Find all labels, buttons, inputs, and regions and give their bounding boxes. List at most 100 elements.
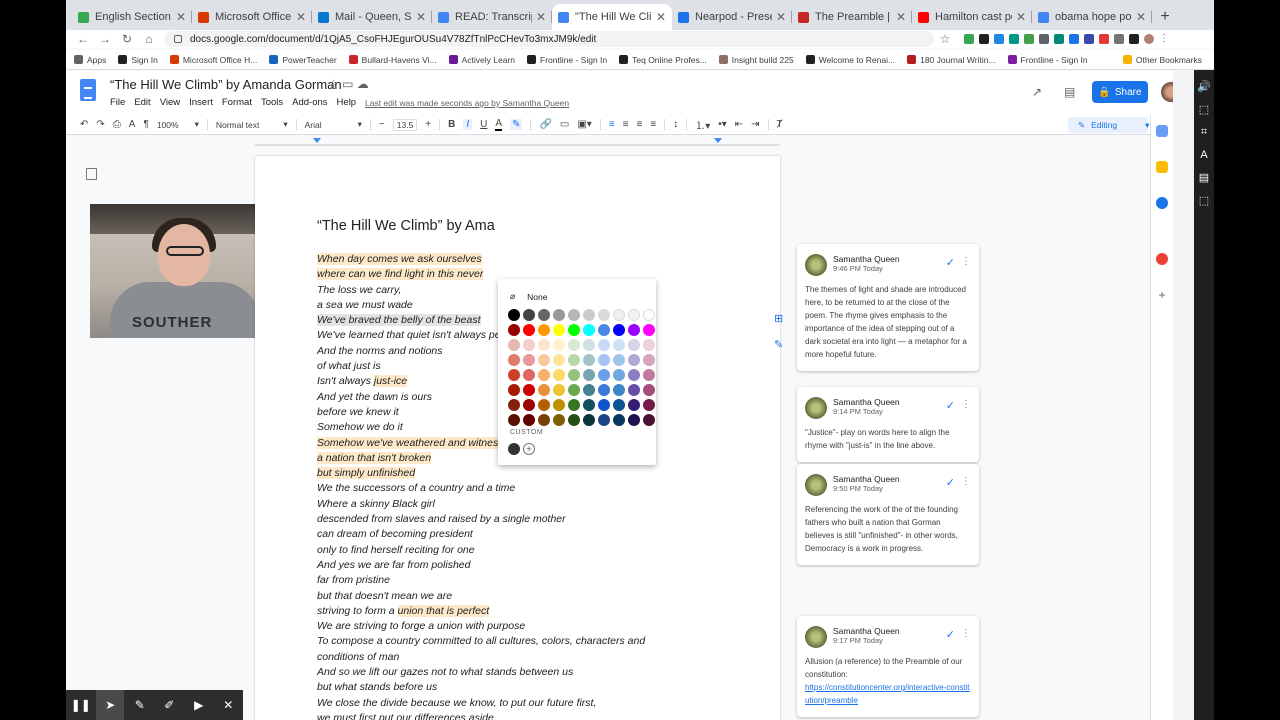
color-swatch[interactable]	[568, 384, 580, 396]
docs-logo-icon[interactable]	[80, 79, 96, 101]
custom-swatch[interactable]	[508, 443, 520, 455]
color-swatch[interactable]	[568, 369, 580, 381]
close-icon[interactable]: ✕	[1136, 10, 1146, 24]
color-swatch[interactable]	[538, 324, 550, 336]
color-swatch[interactable]	[538, 354, 550, 366]
tab-8[interactable]: obama hope poster - ✕	[1032, 4, 1152, 30]
image-icon[interactable]: ▣▾	[577, 119, 591, 130]
color-swatch[interactable]	[628, 324, 640, 336]
bookmark-item[interactable]: Apps	[74, 55, 106, 65]
justify-icon[interactable]: ≡	[650, 119, 656, 130]
pause-icon[interactable]: ❚❚	[67, 698, 95, 712]
bookmark-item[interactable]: Other Bookmarks	[1122, 55, 1202, 65]
color-swatch[interactable]	[628, 414, 640, 426]
color-swatch[interactable]	[643, 354, 655, 366]
color-swatch[interactable]	[628, 369, 640, 381]
color-swatch[interactable]	[553, 339, 565, 351]
comment-card[interactable]: Samantha Queen 9:50 PM Today ✓ ⋮ Referencing…	[797, 464, 979, 565]
close-icon[interactable]: ✕	[896, 10, 906, 24]
color-swatch[interactable]	[583, 354, 595, 366]
comment-link[interactable]: https://constitutioncenter.org/interacti…	[805, 681, 971, 707]
color-swatch[interactable]	[643, 309, 655, 321]
color-swatch[interactable]	[523, 384, 535, 396]
tab-0[interactable]: English Section 10 ✕	[72, 4, 192, 30]
cursor-icon[interactable]: ➤	[96, 690, 125, 720]
home-icon[interactable]: ⌂	[138, 32, 160, 46]
menu-icon[interactable]: ⋮	[1159, 34, 1169, 44]
color-swatch[interactable]	[538, 414, 550, 426]
outline-icon[interactable]	[86, 168, 97, 180]
italic-icon[interactable]: I	[463, 119, 473, 130]
color-swatch[interactable]	[583, 339, 595, 351]
highlight-color-icon[interactable]: ✎	[510, 119, 523, 130]
color-swatch[interactable]	[613, 369, 625, 381]
reload-icon[interactable]: ↻	[116, 32, 138, 46]
addon-icon[interactable]	[1156, 253, 1168, 265]
tab-6[interactable]: The Preamble | The N ✕	[792, 4, 912, 30]
paint-format-icon[interactable]: ¶	[143, 119, 148, 130]
color-swatch[interactable]	[613, 309, 625, 321]
crop-icon[interactable]: ⌗	[1201, 126, 1207, 139]
color-swatch[interactable]	[613, 324, 625, 336]
bookmark-item[interactable]: Actively Learn	[448, 55, 515, 65]
menu-help[interactable]: Help	[337, 97, 357, 108]
more-options-icon[interactable]: ⋮	[961, 628, 971, 639]
close-icon[interactable]: ✕	[176, 10, 186, 24]
highlighter-icon[interactable]: ✐	[155, 698, 183, 712]
text-color-icon[interactable]: A	[495, 118, 503, 131]
tasks-icon[interactable]	[1156, 197, 1168, 209]
menu-view[interactable]: View	[160, 97, 180, 108]
extension-icon[interactable]	[994, 34, 1004, 44]
add-comment-icon[interactable]: ⊞	[774, 312, 783, 325]
color-swatch[interactable]	[523, 324, 535, 336]
ruler[interactable]	[66, 136, 1150, 146]
color-swatch[interactable]	[523, 309, 535, 321]
bookmark-item[interactable]: Teq Online Profes...	[619, 55, 707, 65]
tab-4[interactable]: "The Hill We Climb" by ✕	[552, 4, 672, 30]
color-swatch[interactable]	[553, 399, 565, 411]
puzzle-icon[interactable]	[1129, 34, 1139, 44]
color-swatch[interactable]	[598, 324, 610, 336]
color-swatch[interactable]	[508, 414, 520, 426]
forward-icon[interactable]: →	[94, 32, 116, 46]
suggest-edit-icon[interactable]: ✎	[774, 338, 783, 351]
menu-insert[interactable]: Insert	[189, 97, 213, 108]
color-swatch[interactable]	[628, 339, 640, 351]
link-icon[interactable]: 🔗	[539, 119, 551, 130]
bulleted-list-icon[interactable]: •▾	[718, 119, 727, 130]
font-size-input[interactable]: 13.5	[392, 118, 418, 131]
close-icon[interactable]: ✕	[536, 10, 546, 24]
color-swatch[interactable]	[523, 369, 535, 381]
color-swatch[interactable]	[628, 384, 640, 396]
menu-file[interactable]: File	[110, 97, 125, 108]
bold-icon[interactable]: B	[448, 119, 455, 130]
underline-icon[interactable]: U	[480, 119, 487, 130]
menu-add-ons[interactable]: Add-ons	[292, 97, 327, 108]
color-swatch[interactable]	[568, 414, 580, 426]
color-swatch[interactable]	[553, 354, 565, 366]
line-spacing-icon[interactable]: ↕	[673, 119, 678, 130]
calendar-icon[interactable]	[1156, 125, 1168, 137]
style-select[interactable]: Normal text ▾	[216, 119, 288, 130]
activity-icon[interactable]: ↗	[1032, 85, 1042, 99]
pen-icon[interactable]: ✎	[126, 698, 154, 712]
spellcheck-icon[interactable]: A	[129, 119, 136, 130]
extension-icon[interactable]	[1009, 34, 1019, 44]
color-swatch[interactable]	[583, 399, 595, 411]
color-swatch[interactable]	[508, 399, 520, 411]
close-icon[interactable]: ✕	[296, 10, 306, 24]
bookmark-star-icon[interactable]: ☆	[934, 32, 956, 46]
color-swatch[interactable]	[508, 384, 520, 396]
bookmark-item[interactable]: Welcome to Renai...	[805, 55, 895, 65]
tab-7[interactable]: Hamilton cast perform ✕	[912, 4, 1032, 30]
bookmark-item[interactable]: Bullard-Havens Vi...	[348, 55, 437, 65]
bookmark-item[interactable]: Frontline - Sign In	[1007, 55, 1088, 65]
color-swatch[interactable]	[508, 309, 520, 321]
resolve-check-icon[interactable]: ✓	[946, 476, 955, 489]
comment-icon[interactable]: ▭	[560, 119, 569, 130]
tab-2[interactable]: Mail - Queen, Samantha ✕	[312, 4, 432, 30]
back-icon[interactable]: ←	[72, 32, 94, 46]
color-swatch[interactable]	[568, 339, 580, 351]
color-swatch[interactable]	[613, 339, 625, 351]
color-swatch[interactable]	[598, 369, 610, 381]
